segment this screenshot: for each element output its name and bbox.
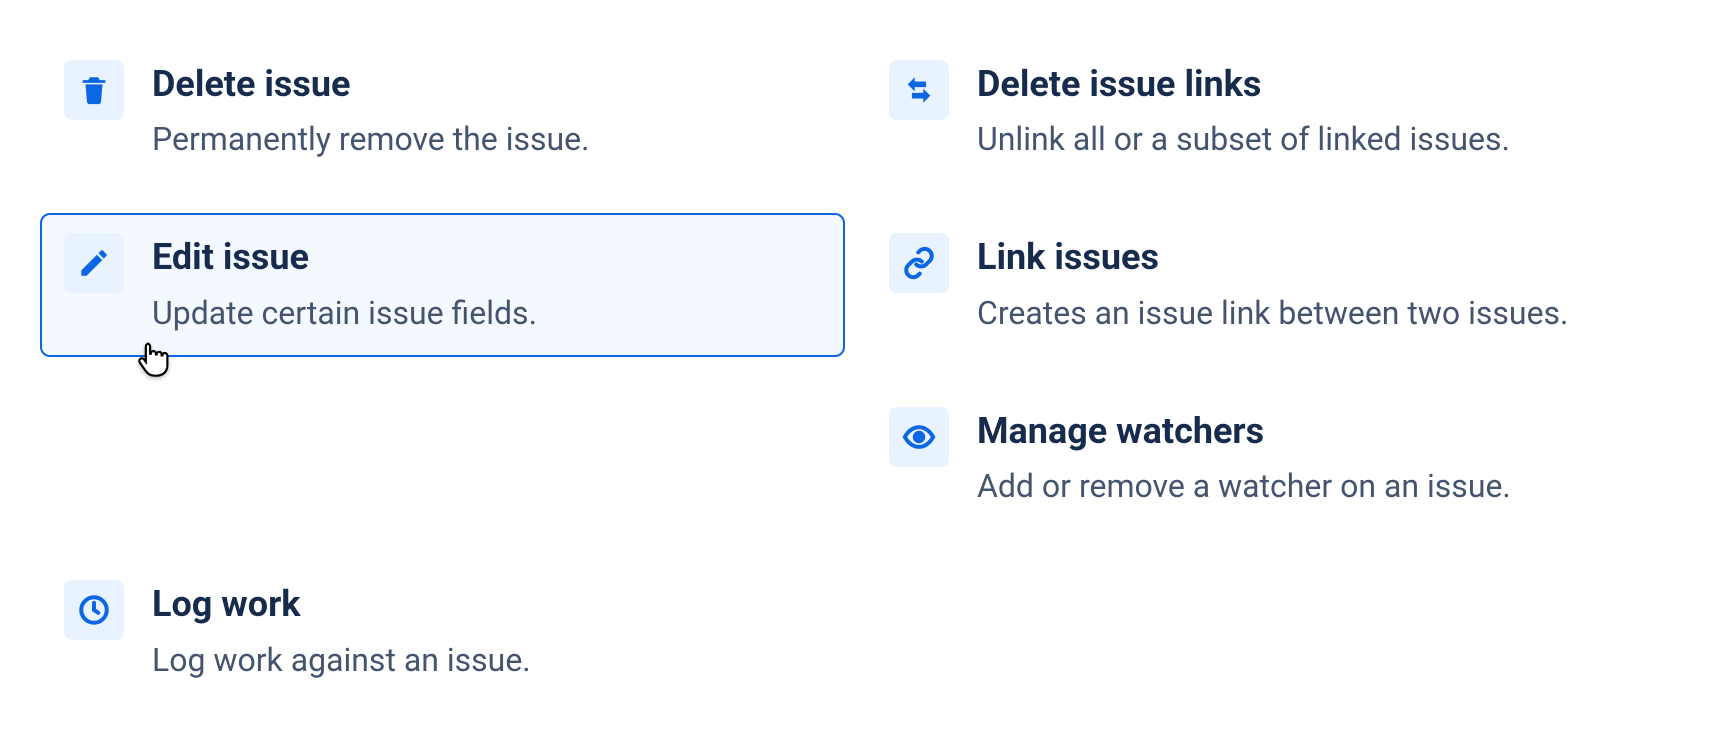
action-title: Log work (152, 584, 531, 625)
action-manage-watchers[interactable]: Manage watchers Add or remove a watcher … (865, 387, 1670, 530)
action-title: Delete issue links (977, 64, 1510, 105)
action-title: Manage watchers (977, 411, 1511, 452)
action-title: Link issues (977, 237, 1568, 278)
clock-icon (64, 580, 124, 640)
action-description: Add or remove a watcher on an issue. (977, 462, 1511, 510)
action-log-work[interactable]: Log work Log work against an issue. (40, 560, 845, 703)
action-link-issues[interactable]: Link issues Creates an issue link betwee… (865, 213, 1670, 356)
action-title: Edit issue (152, 237, 537, 278)
action-description: Unlink all or a subset of linked issues. (977, 115, 1510, 163)
action-title: Delete issue (152, 64, 590, 105)
action-description: Permanently remove the issue. (152, 115, 590, 163)
action-grid: Delete issue Permanently remove the issu… (40, 40, 1670, 704)
pencil-icon (64, 233, 124, 293)
swap-arrows-icon (889, 60, 949, 120)
action-description: Log work against an issue. (152, 636, 531, 684)
action-description: Update certain issue fields. (152, 289, 537, 337)
action-delete-issue-links[interactable]: Delete issue links Unlink all or a subse… (865, 40, 1670, 183)
action-delete-issue[interactable]: Delete issue Permanently remove the issu… (40, 40, 845, 183)
pointer-cursor-icon (130, 335, 176, 385)
link-icon (889, 233, 949, 293)
trash-icon (64, 60, 124, 120)
action-description: Creates an issue link between two issues… (977, 289, 1568, 337)
action-edit-issue[interactable]: Edit issue Update certain issue fields. (40, 213, 845, 356)
eye-icon (889, 407, 949, 467)
